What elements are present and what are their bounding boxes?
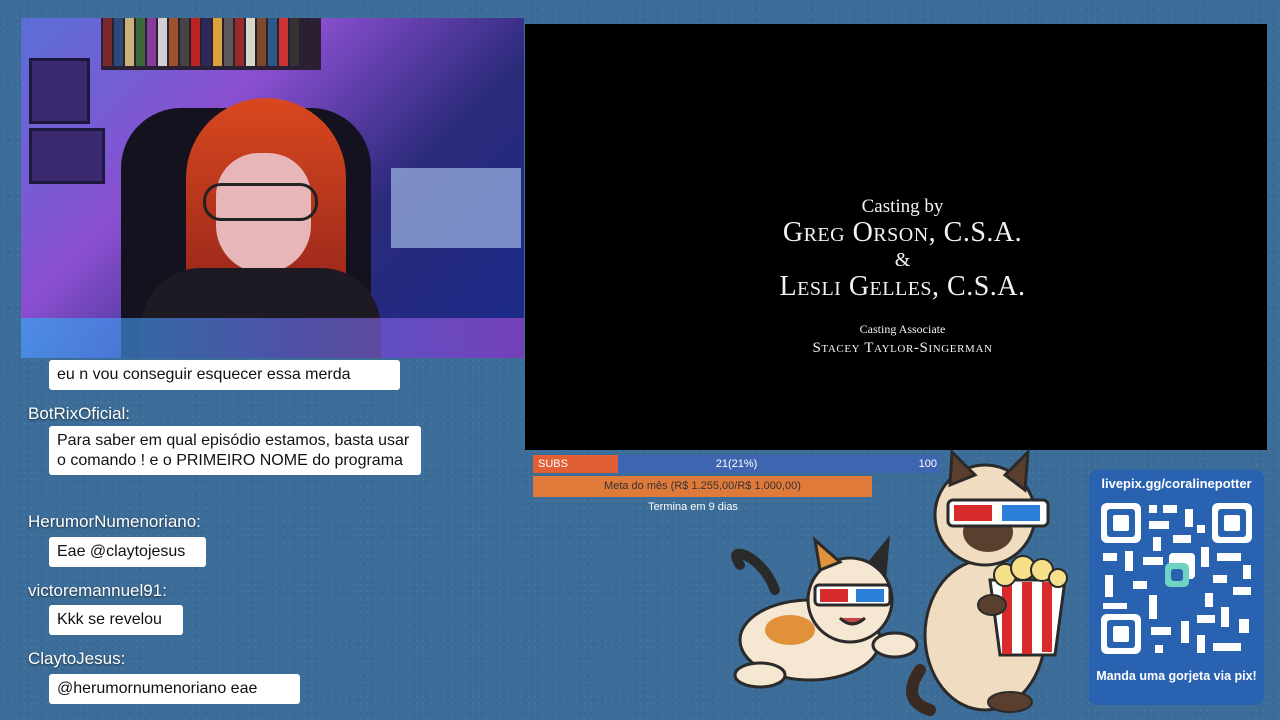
chat-message: Kkk se revelou (49, 605, 183, 635)
chat-username: victoremannuel91: (28, 581, 167, 600)
led-glow (21, 318, 524, 358)
livepix-url[interactable]: livepix.gg/coralinepotter (1089, 476, 1264, 491)
chat-username: BotRixOficial: (28, 404, 131, 423)
credits-name: Lesli Gelles, C.S.A. (779, 271, 1026, 302)
video-player[interactable]: Casting by Greg Orson, C.S.A. & Lesli Ge… (525, 24, 1267, 450)
pix-donation-panel: livepix.gg/coralinepotter Manda uma gorj… (1089, 470, 1264, 705)
siamese-cat (906, 448, 1068, 716)
credits-line: Casting by (861, 196, 944, 217)
credits-name: Greg Orson, C.S.A. (782, 217, 1023, 248)
glasses (203, 183, 318, 221)
chat-message: Para saber em qual episódio estamos, bas… (49, 426, 421, 475)
chat-username: ClaytoJesus: (28, 649, 126, 668)
wall-poster (29, 128, 105, 184)
bookshelf (101, 18, 321, 70)
wall-poster (29, 58, 90, 124)
chat-username: HerumorNumenoriano: (28, 512, 201, 531)
chat-message: Eae @claytojesus (49, 537, 206, 567)
webcam-feed (21, 18, 524, 358)
credits-text: Casting by Greg Orson, C.S.A. & Lesli Ge… (525, 196, 1280, 357)
pix-caption: Manda uma gorjeta via pix! (1096, 669, 1257, 683)
credits-assoc-name: Stacey Taylor-Singerman (812, 340, 993, 356)
figure-shelf (391, 168, 521, 248)
credits-ampersand: & (894, 249, 911, 271)
credits-assoc-label: Casting Associate (859, 322, 946, 336)
cats-3d-glasses-popcorn-illustration (731, 448, 1068, 716)
qr-code-icon (1093, 495, 1260, 662)
calico-cat (731, 535, 919, 689)
chat-message: @herumornumenoriano eae (49, 674, 300, 704)
chat-message: eu n vou conseguir esquecer essa merda (49, 360, 400, 390)
